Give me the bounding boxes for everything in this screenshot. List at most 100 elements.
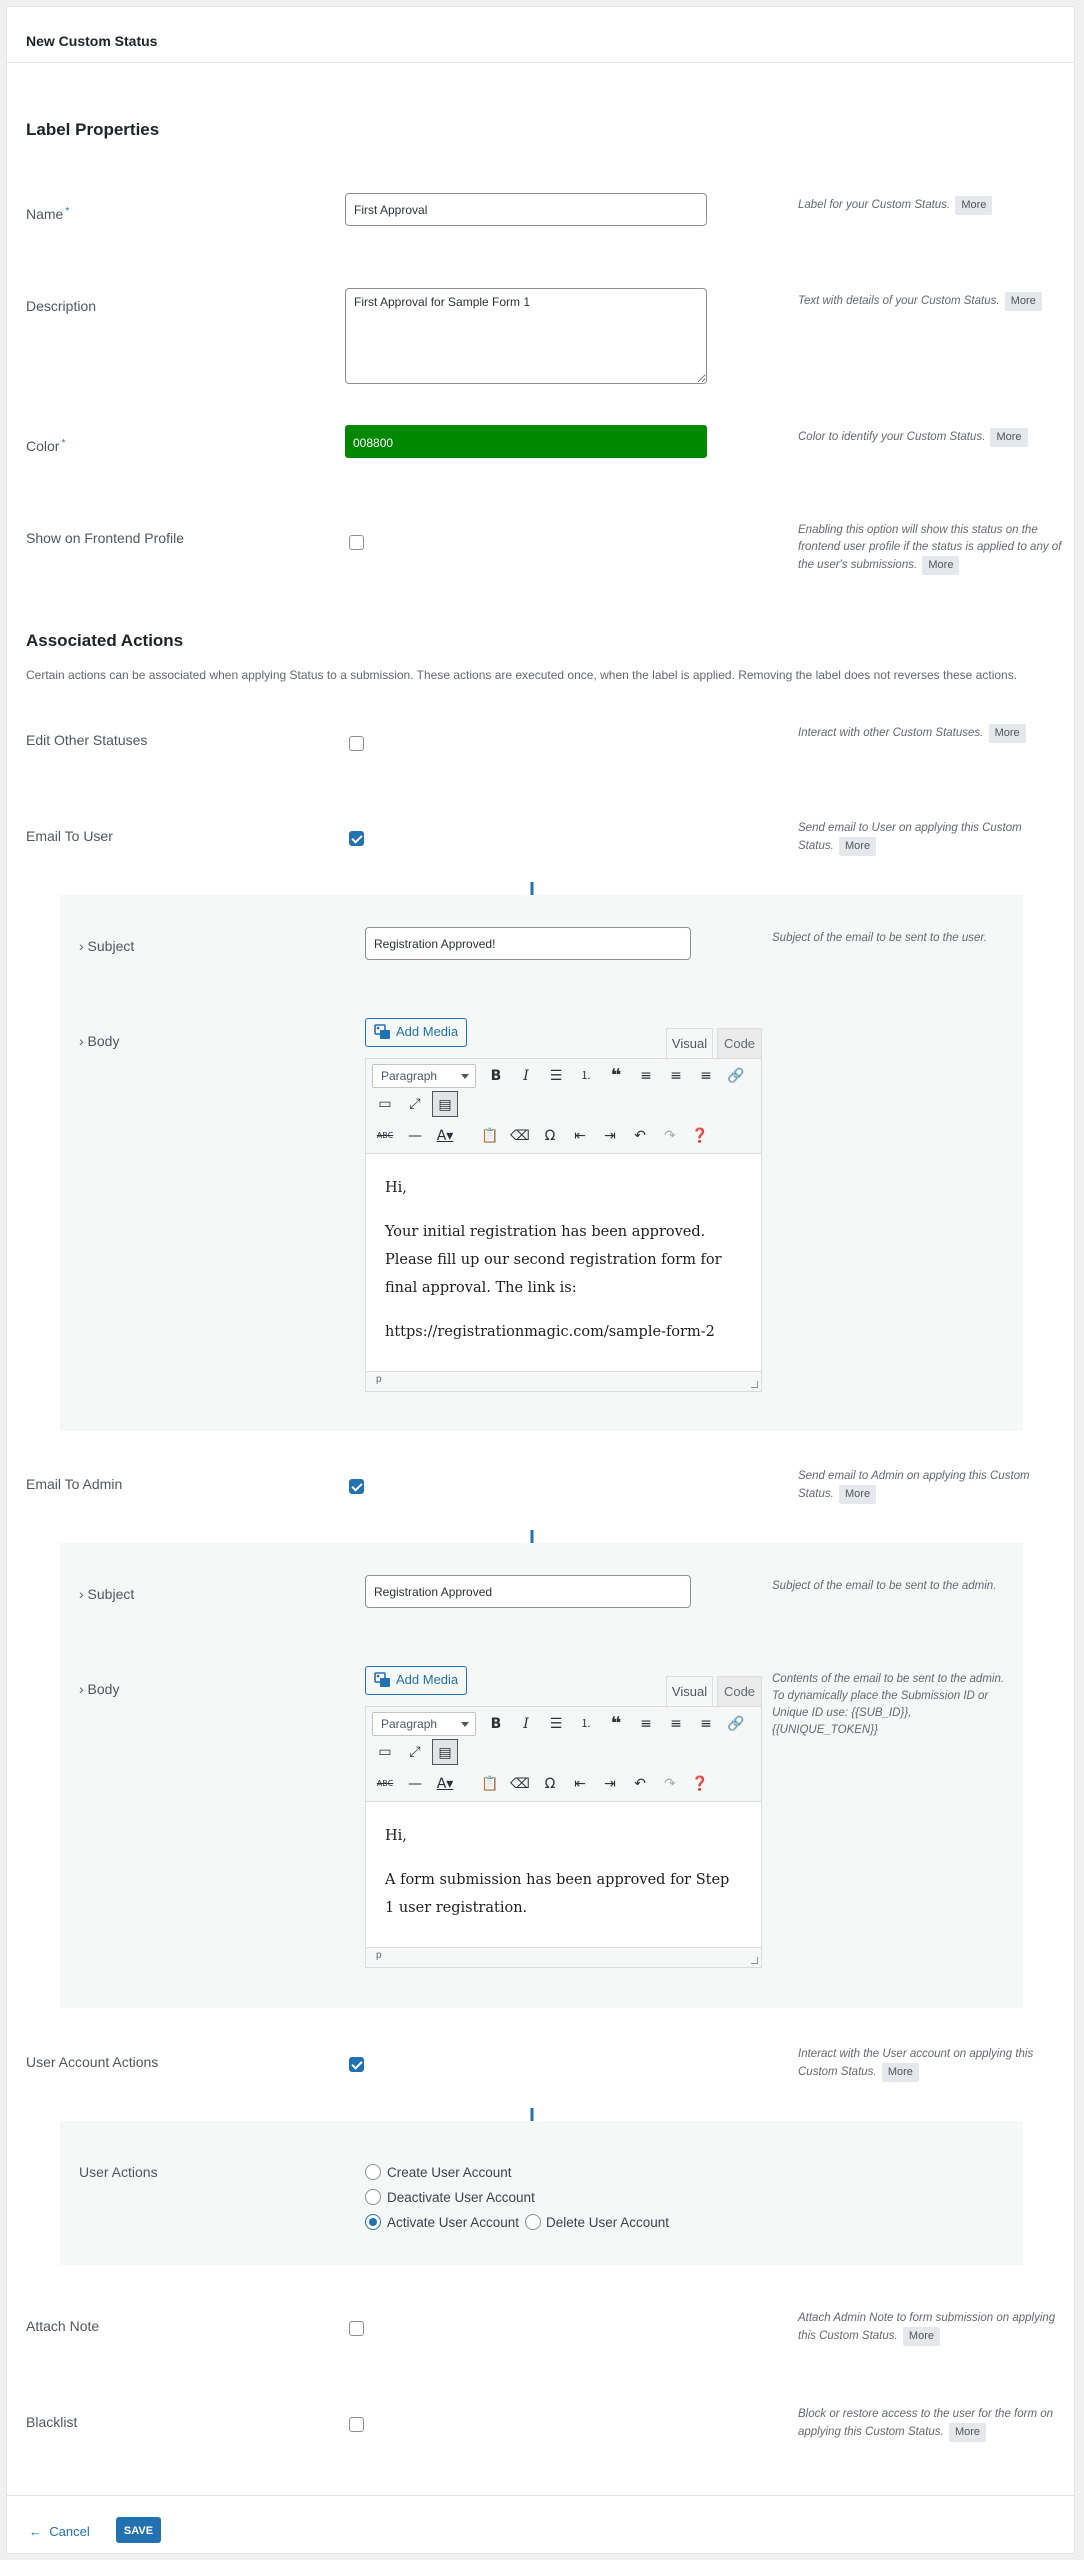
activate-account-radio[interactable] (365, 2214, 381, 2230)
numbered-list-icon[interactable]: ⒈ (573, 1711, 599, 1737)
numbered-list-icon[interactable]: ⒈ (573, 1063, 599, 1089)
italic-icon[interactable]: I (513, 1711, 539, 1737)
add-media-button[interactable]: Add Media (365, 1018, 468, 1047)
outdent-icon[interactable]: ⇤ (567, 1771, 593, 1797)
special-character-icon[interactable]: Ω (537, 1123, 563, 1149)
align-right-icon[interactable]: ≡ (693, 1063, 719, 1089)
text-color-icon[interactable]: A▾ (432, 1123, 458, 1149)
bullet-list-icon[interactable]: ☰ (543, 1063, 569, 1089)
blacklist-help: Block or restore access to the user for … (798, 2406, 1058, 2442)
tab-code[interactable]: Code (717, 1676, 762, 1706)
email-to-admin-checkbox[interactable] (349, 1479, 364, 1494)
header-divider (7, 62, 1074, 63)
attach-note-label: Attach Note (26, 2318, 100, 2334)
paste-text-icon[interactable]: 📋 (477, 1123, 503, 1149)
horizontal-rule-icon[interactable]: — (402, 1123, 428, 1149)
bold-icon[interactable]: B (483, 1711, 509, 1737)
deactivate-account-radio[interactable] (365, 2189, 381, 2205)
undo-icon[interactable]: ↶ (627, 1123, 653, 1149)
cancel-link[interactable]: ← Cancel (29, 2524, 90, 2539)
more-button[interactable]: More (955, 196, 993, 215)
help-icon[interactable]: ❓ (687, 1771, 713, 1797)
toolbar-toggle-icon[interactable]: ▤ (432, 1739, 458, 1765)
bold-icon[interactable]: B (483, 1063, 509, 1089)
email-to-admin-help: Send email to Admin on applying this Cus… (798, 1468, 1058, 1504)
email-to-user-checkbox[interactable] (349, 831, 364, 846)
subject-label: › Subject (79, 938, 135, 954)
user-subject-input[interactable] (365, 927, 691, 960)
redo-icon[interactable]: ↷ (657, 1771, 683, 1797)
editor-status-bar: p (365, 1948, 762, 1968)
user-account-actions-label: User Account Actions (26, 2054, 159, 2070)
bullet-list-icon[interactable]: ☰ (543, 1711, 569, 1737)
indent-icon[interactable]: ⇥ (597, 1123, 623, 1149)
strikethrough-icon[interactable]: ABC (372, 1771, 398, 1797)
more-button[interactable]: More (839, 837, 877, 856)
description-textarea[interactable]: First Approval for Sample Form 1 (345, 288, 707, 384)
blockquote-icon[interactable]: ❝ (603, 1711, 629, 1737)
more-button[interactable]: More (990, 428, 1028, 447)
resize-handle-icon[interactable] (751, 1957, 758, 1964)
indent-icon[interactable]: ⇥ (597, 1771, 623, 1797)
tab-visual[interactable]: Visual (666, 1028, 713, 1058)
italic-icon[interactable]: I (513, 1063, 539, 1089)
admin-body-help: Contents of the email to be sent to the … (772, 1673, 1005, 1736)
more-button[interactable]: More (1004, 292, 1042, 311)
undo-icon[interactable]: ↶ (627, 1771, 653, 1797)
toolbar-toggle-icon[interactable]: ▤ (432, 1091, 458, 1117)
admin-subject-input[interactable] (365, 1575, 691, 1608)
resize-handle-icon[interactable] (751, 1381, 758, 1388)
horizontal-rule-icon[interactable]: — (402, 1771, 428, 1797)
read-more-icon[interactable]: ▭ (372, 1091, 398, 1117)
more-button[interactable]: More (839, 1485, 877, 1504)
paste-text-icon[interactable]: 📋 (477, 1771, 503, 1797)
attach-note-checkbox[interactable] (349, 2321, 364, 2336)
admin-body-editor: Add Media Visual Code Paragraph B I ☰ ⒈ … (365, 1666, 762, 1968)
align-left-icon[interactable]: ≡ (633, 1063, 659, 1089)
delete-account-radio[interactable] (525, 2214, 541, 2230)
clear-formatting-icon[interactable]: ⌫ (507, 1771, 533, 1797)
format-select[interactable]: Paragraph (372, 1712, 476, 1736)
email-to-admin-label: Email To Admin (26, 1476, 123, 1492)
link-icon[interactable]: 🔗 (723, 1063, 749, 1089)
user-account-actions-help: Interact with the User account on applyi… (798, 2046, 1058, 2082)
link-icon[interactable]: 🔗 (723, 1711, 749, 1737)
blacklist-checkbox[interactable] (349, 2417, 364, 2432)
strikethrough-icon[interactable]: ABC (372, 1123, 398, 1149)
editor-content-area[interactable]: Hi, Your initial registration has been a… (365, 1154, 762, 1372)
fullscreen-icon[interactable]: ⤢ (402, 1091, 428, 1117)
more-button[interactable]: More (922, 556, 960, 575)
name-input[interactable] (345, 193, 707, 226)
align-right-icon[interactable]: ≡ (693, 1711, 719, 1737)
tab-visual[interactable]: Visual (666, 1676, 713, 1706)
create-account-radio[interactable] (365, 2164, 381, 2180)
tab-code[interactable]: Code (717, 1028, 762, 1058)
fullscreen-icon[interactable]: ⤢ (402, 1739, 428, 1765)
align-center-icon[interactable]: ≡ (663, 1063, 689, 1089)
back-arrow-icon: ← (29, 2524, 50, 2539)
add-media-button[interactable]: Add Media (365, 1666, 468, 1695)
more-button[interactable]: More (988, 724, 1026, 743)
more-button[interactable]: More (902, 2327, 940, 2346)
format-select[interactable]: Paragraph (372, 1064, 476, 1088)
clear-formatting-icon[interactable]: ⌫ (507, 1123, 533, 1149)
blockquote-icon[interactable]: ❝ (603, 1063, 629, 1089)
special-character-icon[interactable]: Ω (537, 1771, 563, 1797)
email-to-user-label: Email To User (26, 828, 113, 844)
read-more-icon[interactable]: ▭ (372, 1739, 398, 1765)
user-account-actions-checkbox[interactable] (349, 2057, 364, 2072)
text-color-icon[interactable]: A▾ (432, 1771, 458, 1797)
more-button[interactable]: More (948, 2423, 987, 2442)
align-center-icon[interactable]: ≡ (663, 1711, 689, 1737)
align-left-icon[interactable]: ≡ (633, 1711, 659, 1737)
redo-icon[interactable]: ↷ (657, 1123, 683, 1149)
edit-other-statuses-checkbox[interactable] (349, 736, 364, 751)
editor-content-area[interactable]: Hi, A form submission has been approved … (365, 1802, 762, 1948)
required-mark: * (65, 206, 70, 217)
color-picker-input[interactable]: 008800 (345, 425, 707, 458)
save-button[interactable]: SAVE (116, 2517, 161, 2543)
more-button[interactable]: More (881, 2063, 919, 2082)
help-icon[interactable]: ❓ (687, 1123, 713, 1149)
frontend-profile-checkbox[interactable] (349, 535, 364, 550)
outdent-icon[interactable]: ⇤ (567, 1123, 593, 1149)
